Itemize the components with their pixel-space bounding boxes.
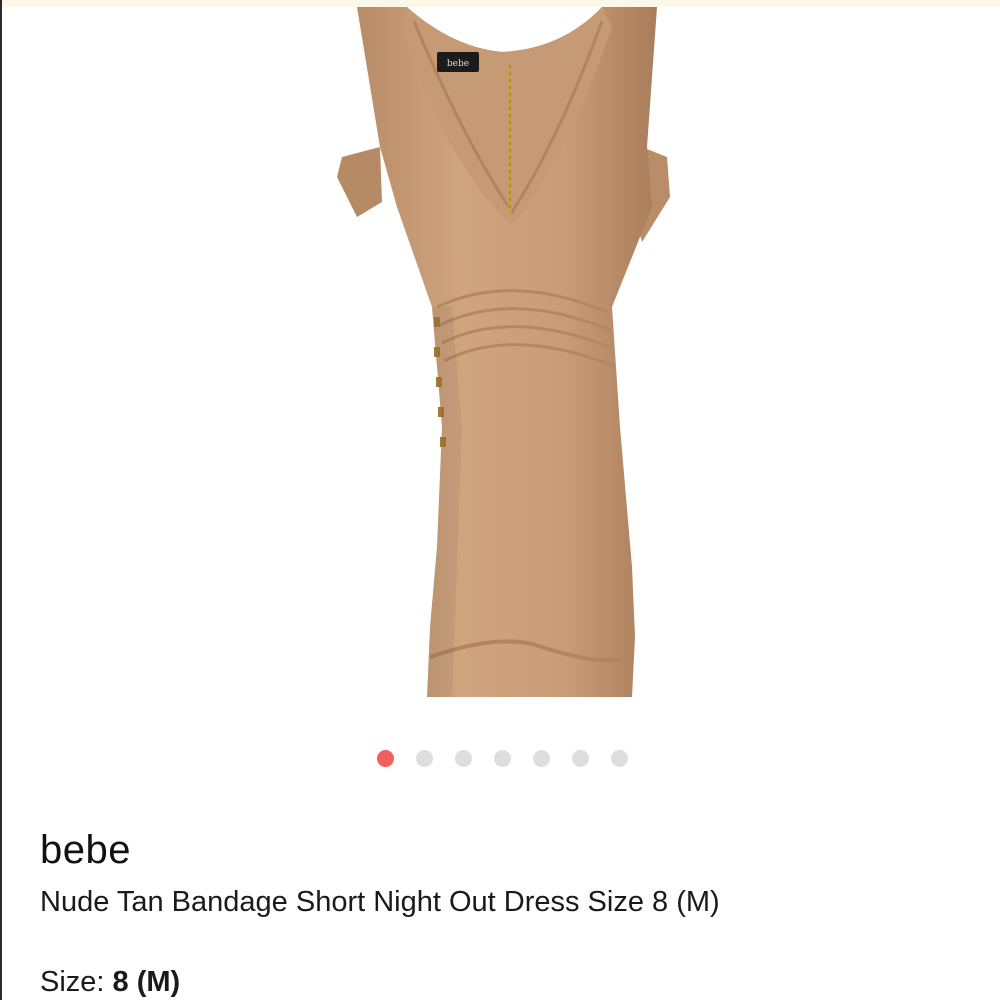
carousel-dot-4[interactable] bbox=[493, 750, 511, 767]
carousel-dot-2[interactable] bbox=[415, 750, 433, 767]
carousel-dot-3[interactable] bbox=[454, 750, 472, 767]
carousel-dot-7[interactable] bbox=[610, 750, 628, 767]
carousel-dot-5[interactable] bbox=[532, 750, 550, 767]
size-info: Size: 8 (M) bbox=[40, 966, 180, 999]
product-photo[interactable]: bebe bbox=[302, 7, 702, 697]
carousel-pagination bbox=[2, 750, 1000, 768]
top-strip bbox=[2, 0, 1000, 7]
svg-text:bebe: bebe bbox=[447, 59, 469, 69]
carousel-dot-1[interactable] bbox=[376, 750, 394, 767]
dress-illustration: bebe bbox=[337, 7, 670, 697]
carousel-dot-6[interactable] bbox=[571, 750, 589, 767]
listing-screen: bebe bebe Nude Tan Bandage Short Night O… bbox=[0, 0, 1000, 1000]
size-value: 8 (M) bbox=[112, 966, 181, 998]
size-label: Size: bbox=[40, 966, 113, 998]
brand-name[interactable]: bebe bbox=[40, 828, 131, 873]
product-title: Nude Tan Bandage Short Night Out Dress S… bbox=[40, 886, 720, 918]
